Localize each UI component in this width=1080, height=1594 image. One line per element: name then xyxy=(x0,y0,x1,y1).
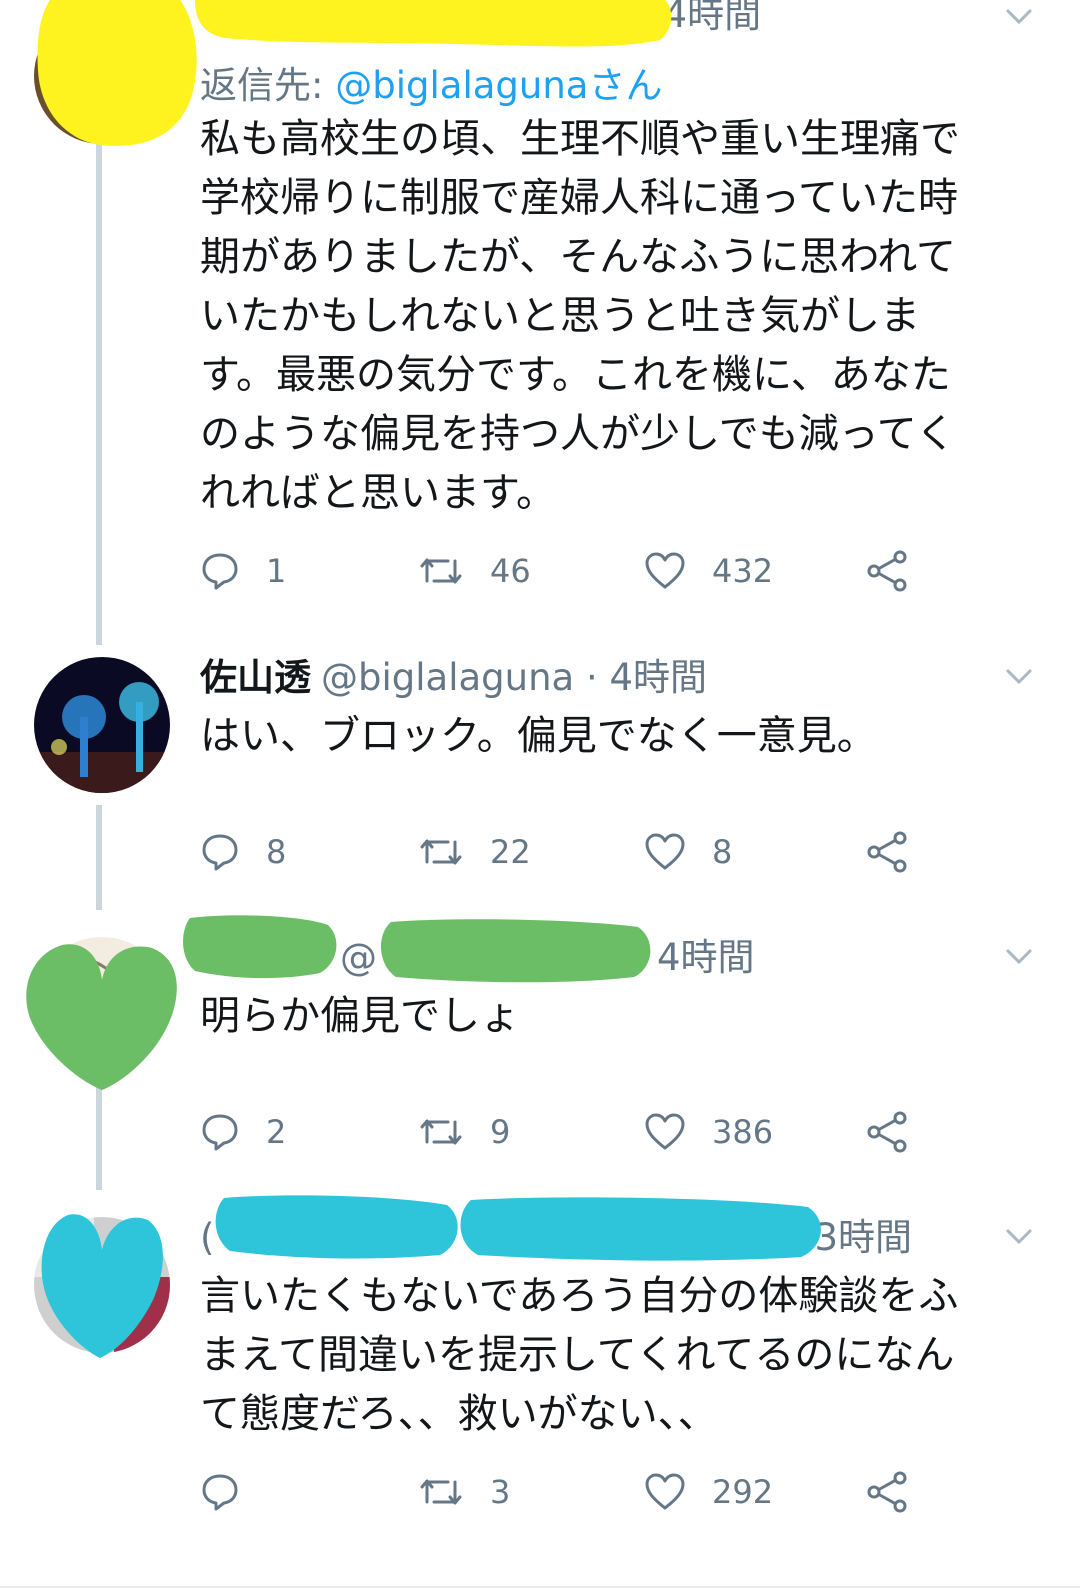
tweet-2[interactable]: 佐山透 @biglalaguna · 4時間 はい、ブロック。偏見でなく一意見。 … xyxy=(0,645,1080,925)
reply-icon xyxy=(202,553,238,590)
timestamp[interactable]: 4時間 xyxy=(657,936,755,979)
reply-to-handle[interactable]: @biglalagunaさん xyxy=(335,64,662,107)
share-icon xyxy=(867,1111,907,1153)
tweet-text: 明らか偏見でしょ xyxy=(200,993,520,1039)
share-button[interactable] xyxy=(866,546,908,596)
tweet-1[interactable]: · 4時間 返信先: @biglalagunaさん 私も高校生の頃、生理不順や重… xyxy=(0,0,1080,645)
redaction-scribble xyxy=(195,0,672,47)
reply-button[interactable]: 2 xyxy=(200,1107,286,1157)
action-bar: 8 22 8 xyxy=(0,827,1080,877)
handle[interactable]: @biglalaguna xyxy=(321,656,574,699)
retweet-button[interactable]: 46 xyxy=(418,546,531,596)
tweet-3[interactable]: @4時間 明らか偏見でしょ 2 9 386 xyxy=(0,915,1080,1205)
share-button[interactable] xyxy=(866,827,908,877)
heart-icon xyxy=(645,833,685,870)
retweet-icon xyxy=(420,1119,462,1145)
redaction-scribble xyxy=(37,0,197,146)
heart-icon xyxy=(645,1113,685,1150)
reply-count: 8 xyxy=(266,833,287,871)
retweet-count: 46 xyxy=(490,552,531,590)
chevron-down-icon[interactable] xyxy=(1002,660,1036,694)
retweet-icon xyxy=(420,1479,462,1505)
display-name[interactable]: 佐山透 xyxy=(200,656,311,699)
share-icon xyxy=(867,1471,907,1513)
reply-count: 2 xyxy=(266,1113,287,1151)
tweet-text: 私も高校生の頃、生理不順や重い生理痛で 学校帰りに制服で産婦人科に通っていた時 … xyxy=(200,116,960,516)
redaction-scribble xyxy=(380,919,651,983)
avatar[interactable] xyxy=(34,657,170,793)
redaction-scribble xyxy=(215,1195,458,1259)
reply-to-label: 返信先: xyxy=(200,64,324,107)
tweet-text: 言いたくもないであろう自分の体験談をふ まえて間違いを提示してくれてるのになん … xyxy=(200,1273,959,1437)
reply-button[interactable]: 8 xyxy=(200,827,286,877)
timestamp[interactable]: 3時間 xyxy=(814,1216,912,1259)
like-count: 8 xyxy=(712,833,733,871)
like-button[interactable]: 8 xyxy=(644,827,732,877)
action-bar: 2 9 386 xyxy=(0,1107,1080,1157)
divider xyxy=(0,1586,1080,1588)
reply-button[interactable] xyxy=(200,1467,266,1517)
reply-icon xyxy=(202,834,238,871)
retweet-count: 3 xyxy=(490,1473,511,1511)
like-count: 386 xyxy=(712,1113,774,1151)
action-bar: 3 292 xyxy=(0,1467,1080,1517)
retweet-button[interactable]: 22 xyxy=(418,827,531,877)
like-count: 292 xyxy=(712,1473,774,1511)
tweet-header: 佐山透 @biglalaguna · 4時間 xyxy=(200,653,707,703)
heart-icon xyxy=(645,1473,685,1510)
timestamp[interactable]: · 4時間 xyxy=(586,656,707,699)
retweet-icon xyxy=(420,558,462,584)
redaction-scribble xyxy=(41,1214,163,1358)
handle[interactable]: @ xyxy=(340,936,377,979)
chevron-down-icon[interactable] xyxy=(1002,1220,1036,1254)
reply-to: 返信先: @biglalagunaさん xyxy=(200,55,662,109)
reply-count: 1 xyxy=(266,552,287,590)
share-icon xyxy=(867,550,907,592)
share-button[interactable] xyxy=(866,1107,908,1157)
like-button[interactable]: 386 xyxy=(644,1107,773,1157)
share-button[interactable] xyxy=(866,1467,908,1517)
timestamp[interactable]: 4時間 xyxy=(664,0,762,36)
reply-icon xyxy=(202,1114,238,1151)
retweet-button[interactable]: 9 xyxy=(418,1107,510,1157)
like-count: 432 xyxy=(712,552,774,590)
redaction-scribble xyxy=(183,915,337,979)
chevron-down-icon[interactable] xyxy=(1002,0,1036,34)
share-icon xyxy=(867,831,907,873)
tweet-4[interactable]: (3時間 言いたくもないであろう自分の体験談をふ まえて間違いを提示してくれてる… xyxy=(0,1195,1080,1585)
tweet-text: はい、ブロック。偏見でなく一意見。 xyxy=(200,713,877,759)
retweet-icon xyxy=(420,839,462,865)
action-bar: 1 46 432 xyxy=(0,546,1080,596)
redaction-scribble xyxy=(26,944,177,1090)
like-button[interactable]: 292 xyxy=(644,1467,773,1517)
retweet-button[interactable]: 3 xyxy=(418,1467,510,1517)
retweet-count: 22 xyxy=(490,833,531,871)
reply-icon xyxy=(202,1474,238,1511)
heart-icon xyxy=(645,552,685,589)
redaction-scribble xyxy=(460,1197,821,1261)
retweet-count: 9 xyxy=(490,1113,511,1151)
reply-button[interactable]: 1 xyxy=(200,546,286,596)
like-button[interactable]: 432 xyxy=(644,546,773,596)
chevron-down-icon[interactable] xyxy=(1002,940,1036,974)
